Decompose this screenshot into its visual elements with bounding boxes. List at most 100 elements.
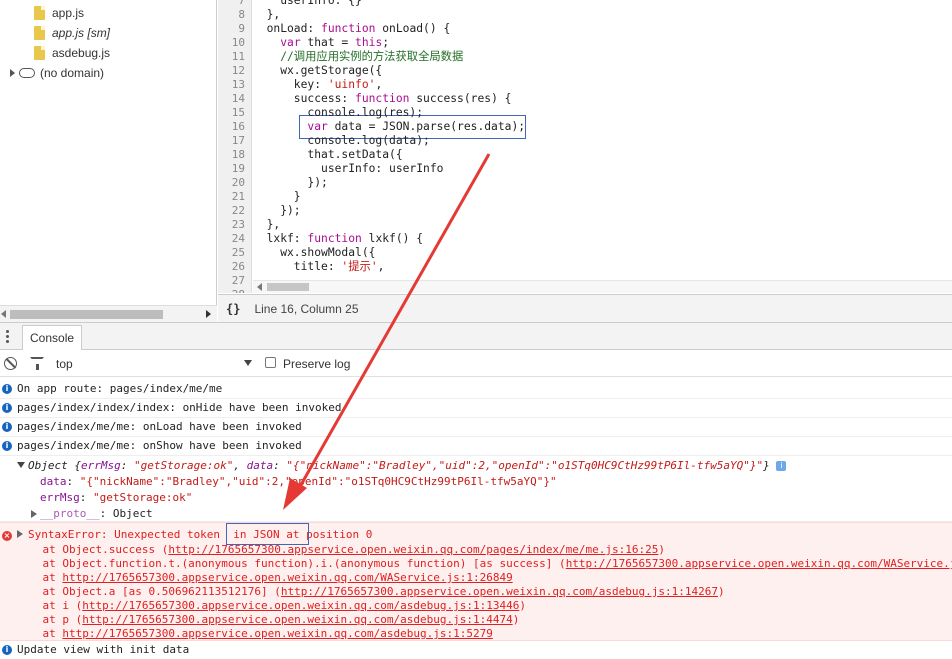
scroll-thumb[interactable] — [267, 283, 309, 291]
stack-frame-link[interactable]: http://1765657300.appservice.open.weixin… — [566, 557, 952, 570]
scroll-left-icon[interactable] — [257, 283, 262, 291]
file-icon — [34, 6, 45, 20]
code-token: }); — [253, 204, 301, 217]
line-number: 24 — [231, 232, 245, 245]
code-horizontal-scrollbar[interactable] — [253, 280, 952, 293]
file-item-app-js[interactable]: app.js — [34, 3, 84, 23]
collapse-arrow-icon[interactable] — [17, 462, 25, 468]
pretty-print-button[interactable]: {} — [226, 302, 240, 316]
info-icon: i — [2, 384, 12, 394]
stack-frame-text: at p ( — [16, 613, 83, 626]
code-line: }, — [253, 218, 281, 232]
object-prefix: Object { — [28, 459, 81, 472]
file-item-app-js-sm[interactable]: app.js [sm] — [34, 23, 110, 43]
code-token: that.setData({ — [253, 148, 403, 161]
file-item-asdebug-js[interactable]: asdebug.js — [34, 43, 110, 63]
code-line: console.log(res); — [253, 106, 423, 120]
stack-frame-text: ) — [718, 585, 725, 598]
info-icon: i — [2, 422, 12, 432]
message-text: pages/index/index/index: onHide have bee… — [17, 401, 342, 414]
line-number: 13 — [231, 78, 245, 91]
code-token: title: — [253, 260, 342, 273]
stack-frame-text: ) — [512, 613, 520, 626]
code-token: userInfo: userInfo — [253, 162, 444, 175]
stack-frame-link[interactable]: http://1765657300.appservice.open.weixin… — [62, 571, 512, 584]
scroll-right-icon[interactable] — [206, 310, 211, 318]
message-text: pages/index/me/me: onShow have been invo… — [17, 439, 302, 452]
clear-console-icon[interactable] — [4, 357, 17, 370]
line-number: 8 — [238, 8, 245, 21]
object-key: data — [246, 459, 274, 472]
stack-frame-text: ) — [658, 543, 666, 556]
code-line: userInfo: {} — [253, 0, 362, 8]
code-line: userInfo: userInfo — [253, 162, 443, 176]
code-token: this — [355, 36, 383, 49]
object-summary[interactable]: Object {errMsg: "getStorage:ok", data: "… — [28, 458, 787, 474]
code-line: success: function success(res) { — [253, 92, 512, 106]
code-line: onLoad: function onLoad() { — [253, 22, 451, 36]
stack-frame-text: at — [16, 627, 63, 640]
code-line: wx.getStorage({ — [253, 64, 382, 78]
stack-frame-text: at — [16, 571, 63, 584]
error-message: SyntaxError: Unexpected token in JSON at… — [28, 528, 372, 542]
stack-frame-link[interactable]: http://1765657300.appservice.open.weixin… — [281, 585, 718, 598]
expand-arrow-icon[interactable] — [17, 530, 23, 538]
scroll-left-icon[interactable] — [1, 310, 6, 318]
line-number: 28 — [232, 288, 245, 293]
stack-frame: at i (http://1765657300.appservice.open.… — [16, 599, 525, 613]
info-badge-icon[interactable]: i — [776, 461, 787, 471]
code-line: } — [253, 190, 301, 204]
domain-item-no-domain[interactable]: (no domain) — [10, 63, 104, 83]
expand-arrow-icon[interactable] — [10, 69, 15, 77]
code-token: data = JSON.parse(res.data); — [327, 120, 526, 133]
code-line: }); — [253, 204, 301, 218]
tab-console[interactable]: Console — [22, 325, 83, 350]
code-token: key: — [253, 78, 328, 91]
code-token: function — [355, 92, 410, 105]
filter-icon[interactable] — [30, 357, 44, 370]
code-line: console.log(data); — [253, 134, 429, 148]
console-message: i pages/index/me/me: onShow have been in… — [0, 437, 952, 456]
stack-frame-link[interactable]: http://1765657300.appservice.open.weixin… — [62, 627, 492, 640]
code-token: success: — [253, 92, 356, 105]
file-tree-scrollbar[interactable] — [0, 305, 217, 322]
code-token: }, — [253, 218, 281, 231]
line-number: 17 — [231, 134, 245, 147]
info-icon: i — [2, 441, 12, 451]
code-line: that.setData({ — [253, 148, 403, 162]
line-number: 25 — [231, 246, 245, 259]
file-icon — [34, 46, 45, 60]
code-line: title: '提示', — [253, 260, 385, 274]
stack-frame: at http://1765657300.appservice.open.wei… — [16, 571, 512, 585]
code-line: }); — [253, 176, 327, 190]
file-name: app.js — [52, 6, 85, 20]
stack-frame-link[interactable]: http://1765657300.appservice.open.weixin… — [82, 599, 519, 612]
preserve-log-label[interactable]: Preserve log — [283, 355, 350, 373]
stack-frame: at http://1765657300.appservice.open.wei… — [16, 627, 492, 640]
stack-frame: at Object.success (http://1765657300.app… — [16, 543, 665, 557]
more-options-icon[interactable] — [6, 330, 9, 344]
scroll-thumb[interactable] — [10, 310, 163, 319]
file-name: asdebug.js — [52, 46, 111, 60]
message-text: Update view with init data — [17, 643, 190, 656]
code-line: var data = JSON.parse(res.data); — [253, 120, 525, 134]
code-editor[interactable]: userInfo: {} }, onLoad: function onLoad(… — [253, 0, 952, 293]
stack-frame: at p (http://1765657300.appservice.open.… — [16, 613, 519, 627]
property-value: "getStorage:ok" — [93, 491, 193, 504]
preserve-log-checkbox[interactable] — [265, 357, 276, 368]
stack-frame-link[interactable]: http://1765657300.appservice.open.weixin… — [168, 543, 658, 556]
domain-label: (no domain) — [40, 66, 105, 80]
expand-arrow-icon[interactable] — [31, 510, 37, 518]
stack-frame-link[interactable]: http://1765657300.appservice.open.weixin… — [82, 613, 512, 626]
code-token: onLoad() { — [375, 22, 451, 35]
property-key: errMsg — [40, 491, 80, 504]
object-property-proto[interactable]: __proto__: Object — [40, 506, 153, 522]
line-number: 22 — [231, 204, 245, 217]
object-value: "{"nickName":"Bradley","uid":2,"openId":… — [286, 459, 764, 472]
code-token: lxkf: — [253, 232, 308, 245]
error-log-entry: × SyntaxError: Unexpected token in JSON … — [0, 522, 952, 641]
context-select[interactable]: top — [56, 355, 254, 373]
object-key: errMsg — [80, 459, 121, 472]
